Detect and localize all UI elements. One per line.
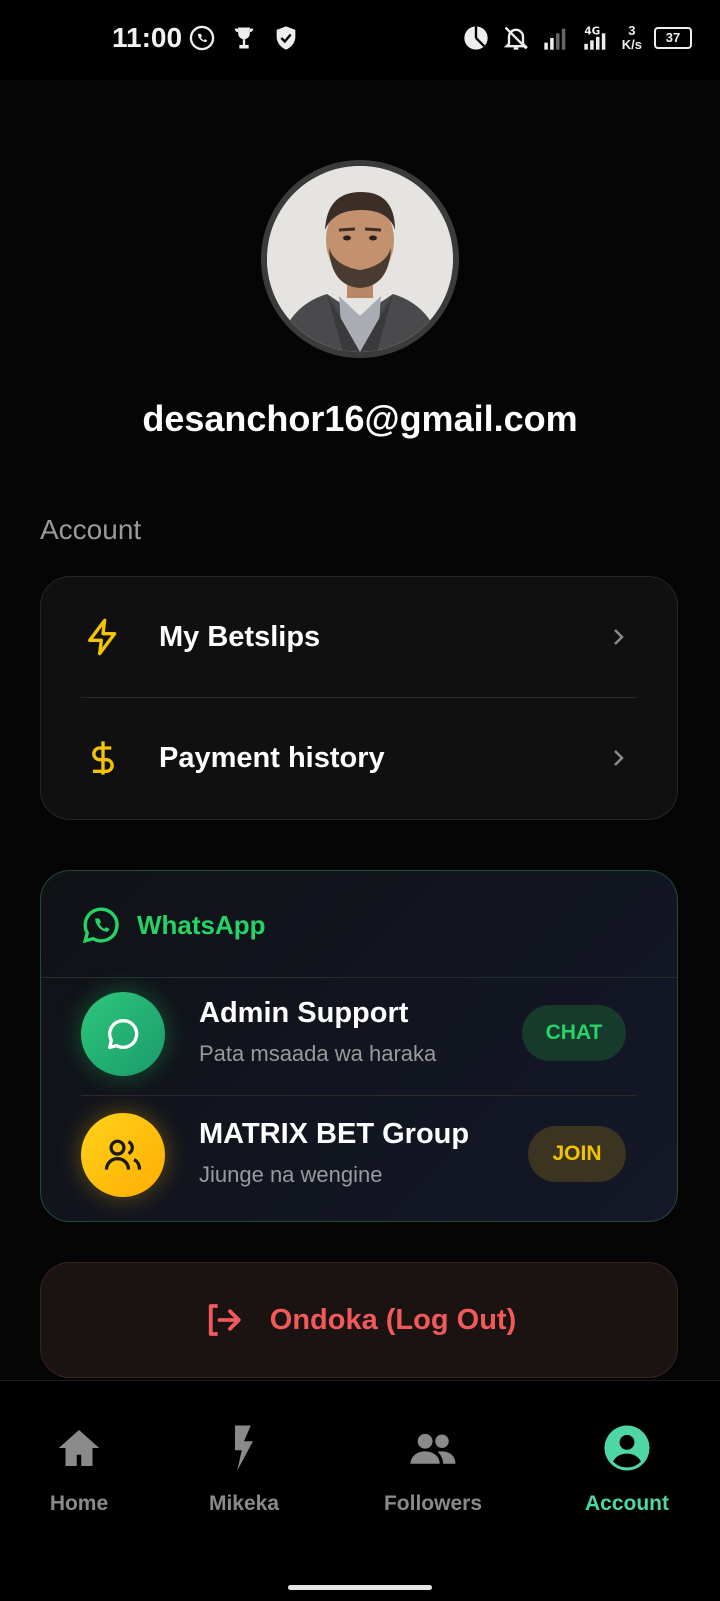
group-avatar [81,1113,165,1197]
whatsapp-header: WhatsApp [81,905,266,945]
join-button[interactable]: JOIN [528,1126,626,1182]
home-icon [58,1430,100,1466]
menu-item-label: My Betslips [159,620,321,653]
home-indicator[interactable] [288,1585,432,1590]
battery-indicator: 37 [654,27,692,49]
notifications-off-icon [503,26,528,50]
menu-item-my-betslips[interactable]: My Betslips [41,577,677,697]
chevron-right-icon [614,629,624,645]
data-saver-icon [464,26,488,50]
logout-label: Ondoka (Log Out) [269,1303,517,1336]
nav-item-mikeka[interactable]: Mikeka [196,1421,292,1516]
account-section-heading: Account [40,514,142,545]
shield-check-icon [276,26,296,50]
chat-button[interactable]: CHAT [522,1005,626,1061]
users-icon [104,1139,142,1170]
status-bar: 11:00 4G 3 K/s 37 [0,0,720,80]
network-speed: 3 K/s [622,24,642,52]
chat-bubble-icon [108,1018,139,1049]
nav-item-home[interactable]: Home [36,1421,122,1516]
row-title: Admin Support [199,997,409,1029]
network-speed-unit: K/s [621,37,642,52]
account-card: My Betslips Payment history [40,576,678,820]
logout-icon [208,1304,241,1336]
whatsapp-card: WhatsApp Admin Support Pata msaada wa ha… [40,870,678,1222]
menu-item-label: Payment history [159,741,385,774]
row-title: MATRIX BET Group [199,1118,470,1150]
row-subtitle: Jiunge na wengine [199,1162,383,1187]
group-icon [410,1433,456,1464]
whatsapp-row-admin-support[interactable]: Admin Support Pata msaada wa haraka CHAT [41,975,677,1095]
trophy-icon [234,27,254,49]
nav-label: Home [49,1492,109,1515]
nav-label: Account [585,1492,669,1515]
nav-label: Mikeka [208,1492,280,1515]
whatsapp-heading: WhatsApp [137,909,266,940]
signal-icon [544,28,566,50]
signal-4g-icon: 4G [584,26,606,50]
chat-avatar [81,992,165,1076]
account-circle-icon [604,1425,650,1471]
nav-item-followers[interactable]: Followers [370,1421,496,1516]
status-time: 11:00 [112,22,183,53]
logout-button[interactable]: Ondoka (Log Out) [40,1262,678,1378]
menu-item-payment-history[interactable]: Payment history [41,698,677,818]
whatsapp-row-matrix-bet-group[interactable]: MATRIX BET Group Jiunge na wengine JOIN [41,1096,677,1216]
profile-photo [267,166,453,352]
nav-item-account[interactable]: Account [576,1421,678,1516]
lightning-icon [88,618,117,656]
nav-label: Followers [383,1492,483,1515]
flash-icon [235,1425,253,1471]
network-speed-value: 3 [628,23,636,38]
profile-email: desanchor16@gmail.com [142,398,578,439]
chevron-right-icon [614,750,624,766]
svg-text:4G: 4G [584,26,600,38]
avatar[interactable] [261,160,459,358]
dollar-icon [92,741,114,775]
whatsapp-icon [82,907,119,944]
whatsapp-notification-icon [189,25,215,51]
bottom-navigation: Home Mikeka Followers Account [0,1380,720,1601]
row-subtitle: Pata msaada wa haraka [199,1041,437,1066]
